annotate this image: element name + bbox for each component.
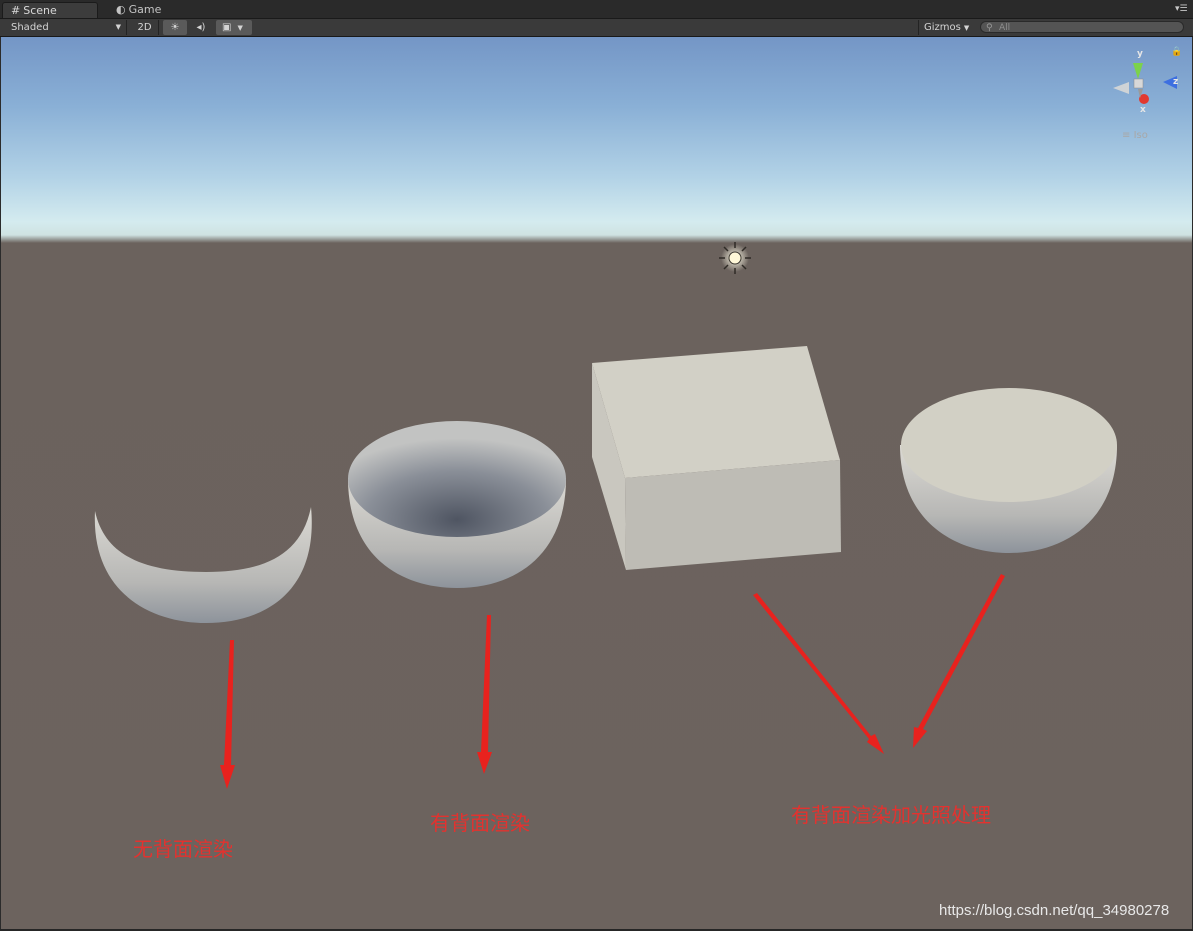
tab-game-label: Game — [128, 3, 162, 16]
axis-y-label: y — [1137, 49, 1143, 59]
projection-toggle[interactable]: ≡ Iso — [1122, 130, 1148, 141]
shading-mode-dropdown[interactable]: Shaded ▼ — [5, 20, 127, 35]
scene-toolbar: Shaded ▼ 2D ☀ ◂) ▣ ▼ Gizmos ▼ ⚲ All — [0, 19, 1193, 37]
gizmos-label: Gizmos — [924, 22, 961, 33]
tab-game[interactable]: ◐ Game — [108, 2, 178, 18]
search-placeholder: All — [999, 23, 1011, 33]
mode-2d-label: 2D — [137, 22, 152, 33]
axis-z-label: z — [1173, 77, 1179, 87]
tab-scene[interactable]: # Scene — [2, 2, 98, 18]
lit-box[interactable] — [592, 346, 841, 570]
arrow-left — [220, 640, 235, 789]
bowl-no-backface[interactable] — [94, 507, 312, 623]
label-with-backface: 有背面渲染 — [430, 811, 530, 835]
dropdown-arrow-icon: ▼ — [115, 23, 121, 31]
grid-icon: # — [11, 4, 21, 17]
gizmos-dropdown[interactable]: Gizmos ▼ — [918, 20, 974, 35]
scene-render — [94, 242, 1117, 789]
annotation-arrows — [220, 574, 1005, 789]
bowl-lit-backface[interactable] — [900, 388, 1117, 553]
scene-audio-toggle[interactable]: ◂) — [190, 20, 212, 35]
directional-light-icon[interactable] — [719, 242, 751, 274]
dropdown-arrow-icon: ▼ — [963, 24, 970, 32]
search-icon: ⚲ — [986, 23, 993, 33]
scene-orientation-gizmo[interactable]: y z x — [1107, 49, 1183, 119]
scene-lighting-toggle[interactable]: ☀ — [163, 20, 187, 35]
menu-lines-icon: ≡ — [1122, 130, 1131, 141]
gizmo-lock-icon[interactable]: 🔒 — [1171, 47, 1182, 57]
mode-2d-button[interactable]: 2D — [131, 20, 159, 35]
image-icon: ▣ — [222, 22, 232, 33]
window-tab-bar: # Scene ◐ Game ▾☰ — [0, 0, 1193, 19]
speaker-icon: ◂) — [196, 22, 206, 33]
arrow-box — [753, 593, 884, 754]
axis-x-label: x — [1140, 105, 1146, 115]
shading-mode-label: Shaded — [11, 22, 49, 33]
scene-effects-dropdown[interactable]: ▣ ▼ — [216, 20, 252, 35]
label-no-backface: 无背面渲染 — [133, 837, 233, 861]
bowl-with-backface[interactable] — [348, 421, 566, 588]
arrow-middle — [477, 615, 492, 774]
scene-viewport[interactable]: y z x 🔒 ≡ Iso 无背面渲染 有背面渲染 有背面渲染加光照处理 htt… — [1, 37, 1192, 929]
pacman-icon: ◐ — [116, 3, 126, 16]
hierarchy-search-input[interactable]: ⚲ All — [980, 21, 1184, 33]
arrow-right-bowl — [913, 574, 1005, 748]
panel-menu-icon[interactable]: ▾☰ — [1175, 4, 1188, 14]
projection-label: Iso — [1133, 130, 1148, 141]
sun-icon: ☀ — [170, 22, 180, 33]
label-backface-lighting: 有背面渲染加光照处理 — [791, 803, 991, 827]
dropdown-arrow-icon: ▼ — [237, 24, 243, 32]
tab-scene-label: Scene — [23, 4, 57, 17]
watermark-url: https://blog.csdn.net/qq_34980278 — [939, 902, 1170, 919]
